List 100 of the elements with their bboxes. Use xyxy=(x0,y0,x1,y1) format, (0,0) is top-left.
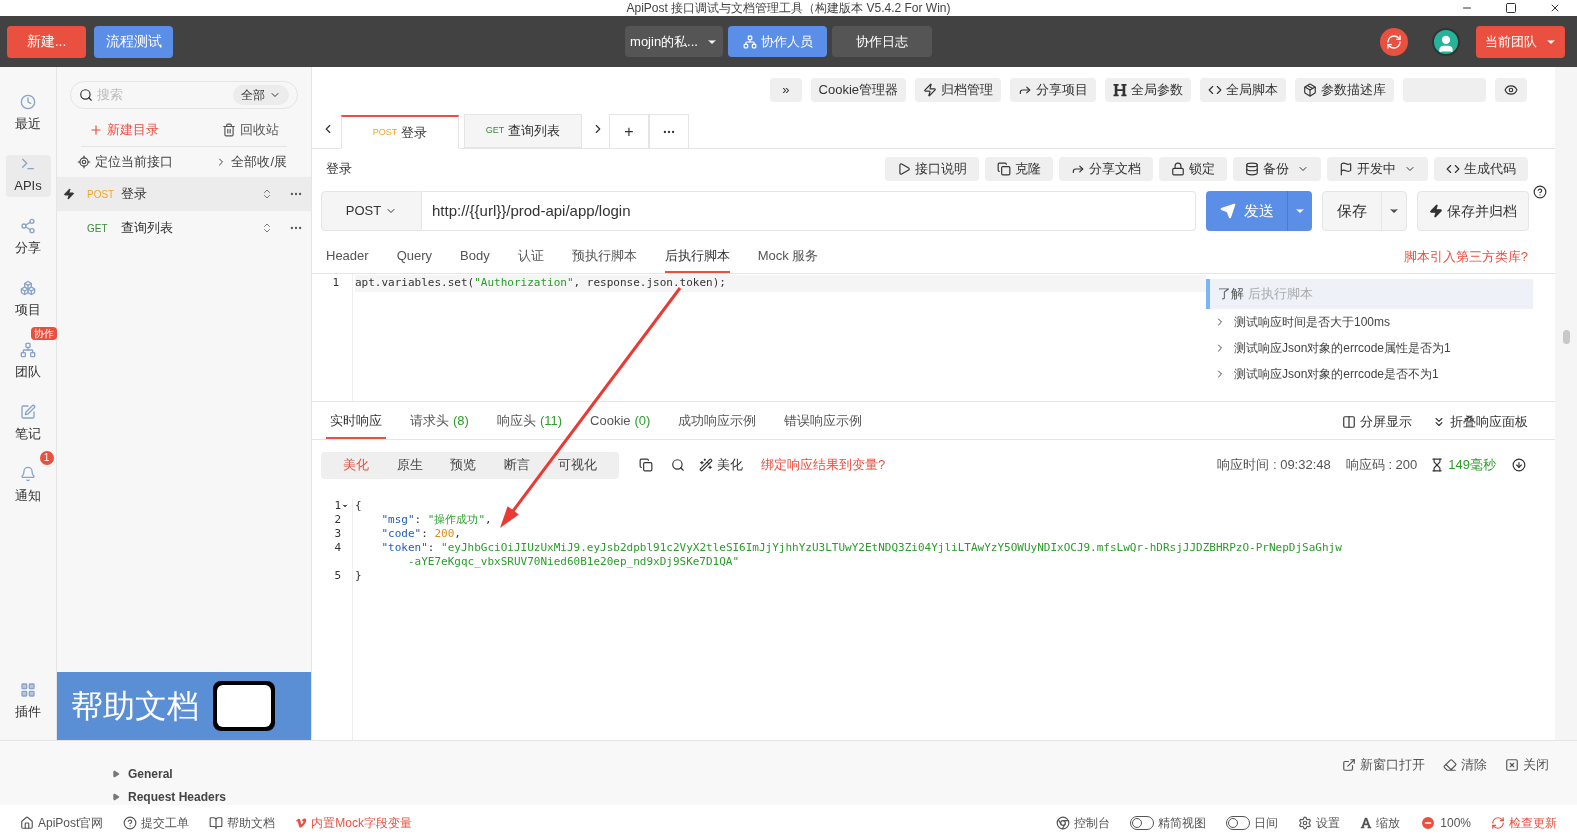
sort-icon[interactable] xyxy=(261,188,273,200)
response-tab[interactable]: 成功响应示例 xyxy=(674,405,761,439)
action-button[interactable]: 锁定 xyxy=(1159,157,1227,181)
request-option-tab[interactable]: Query xyxy=(396,241,433,273)
status-label[interactable]: 缩放 xyxy=(1376,813,1401,832)
code-text: { xyxy=(355,499,362,513)
response-tab[interactable]: 错误响应示例 xyxy=(780,405,867,439)
status-label[interactable]: 100% xyxy=(1440,813,1471,832)
status-link[interactable]: 提交工单 xyxy=(123,813,190,832)
action-button[interactable]: 备份 xyxy=(1233,157,1321,181)
bind-variable-link[interactable]: 绑定响应结果到变量? xyxy=(761,455,886,475)
project-dropdown[interactable]: mojin的私... xyxy=(625,26,723,57)
nav-item[interactable]: 最近 xyxy=(5,93,51,135)
nav-item[interactable]: 通知 xyxy=(5,465,51,507)
nav-item[interactable]: 项目 xyxy=(5,279,51,321)
code-text: "Authorization" xyxy=(474,275,574,291)
action-button[interactable]: 克隆 xyxy=(985,157,1053,181)
status-link[interactable]: ApiPost官网 xyxy=(20,813,104,832)
status-link[interactable]: 帮助文档 xyxy=(209,813,276,832)
toolbar-button[interactable]: Cookie管理器 xyxy=(810,77,906,102)
play-icon xyxy=(897,162,911,176)
tree-item[interactable]: General xyxy=(112,765,1342,782)
avatar-icon[interactable] xyxy=(1432,27,1460,56)
nav-item[interactable]: 团队 xyxy=(5,341,51,383)
sort-icon[interactable] xyxy=(261,222,273,234)
nav-item[interactable]: 笔记 xyxy=(5,403,51,445)
recycle-bin-button[interactable]: 回收站 xyxy=(222,119,287,140)
action-button[interactable]: 分享文档 xyxy=(1059,157,1153,181)
toolbar-button[interactable]: 分享项目 xyxy=(1010,77,1096,102)
tree-item[interactable]: Request Headers xyxy=(112,788,1342,805)
method-dropdown[interactable]: POST xyxy=(321,191,422,231)
api-list-item[interactable]: POST 登录 xyxy=(57,177,311,211)
request-option-tab[interactable]: 后执行脚本 xyxy=(664,241,730,273)
heading-icon xyxy=(1113,82,1127,97)
panel-action-button[interactable]: 清除 xyxy=(1443,755,1487,775)
request-tab[interactable]: POST 登录 xyxy=(341,115,459,149)
panel-action-button[interactable]: 新窗口打开 xyxy=(1342,755,1425,775)
action-button[interactable]: 开发中 xyxy=(1327,157,1428,181)
view-mode-tab[interactable]: 可视化 xyxy=(558,455,598,475)
toolbar-button[interactable]: 参数描述库 xyxy=(1295,77,1394,102)
status-label[interactable]: 设置 xyxy=(1316,813,1341,832)
scrollbar-thumb[interactable] xyxy=(1562,330,1570,344)
copy-icon[interactable] xyxy=(639,458,653,472)
sync-icon[interactable] xyxy=(1380,27,1408,56)
toolbar-button[interactable]: 归档管理 xyxy=(915,77,1001,102)
panel-action-button[interactable]: 关闭 xyxy=(1505,755,1549,775)
toolbar-button[interactable]: 全局脚本 xyxy=(1200,77,1286,102)
download-icon[interactable] xyxy=(1512,458,1526,472)
library-link[interactable]: 脚本引入第三方类库? xyxy=(1403,241,1528,273)
search-icon[interactable] xyxy=(671,458,685,472)
zoom-out-icon[interactable] xyxy=(1420,814,1437,831)
status-label[interactable]: 控制台 xyxy=(1074,813,1111,832)
request-option-tab[interactable]: Body xyxy=(460,241,490,273)
help-icon[interactable] xyxy=(1533,185,1547,199)
new-folder-button[interactable]: 新建目录 xyxy=(81,119,159,140)
status-label[interactable]: 精简视图 xyxy=(1158,813,1207,832)
request-tab[interactable]: GET 查询列表 xyxy=(464,114,582,148)
nav-item[interactable]: APIs xyxy=(5,155,51,197)
toolbar-button[interactable]: » xyxy=(770,77,802,102)
view-mode-tab[interactable]: 原生 xyxy=(396,455,423,475)
request-option-tab[interactable]: Header xyxy=(326,241,369,273)
nav-item[interactable]: 插件 xyxy=(5,674,51,730)
filter-dropdown[interactable]: 全部 xyxy=(233,85,289,105)
collab-log-button[interactable]: 协作日志 xyxy=(832,26,932,57)
status-label[interactable]: 日间 xyxy=(1254,813,1279,832)
status-link[interactable]: 内置Mock字段变量 xyxy=(295,813,413,832)
response-tab[interactable]: Cookie (0) xyxy=(586,405,655,439)
code-icon xyxy=(1446,162,1460,176)
fold-icon[interactable] xyxy=(341,502,349,510)
view-mode-tab[interactable]: 断言 xyxy=(504,455,531,475)
save-archive-button[interactable]: 保存并归档 xyxy=(1417,191,1529,231)
search-field[interactable]: 搜索 全部 xyxy=(70,81,298,109)
url-field[interactable]: http://{{url}}/prod-api/app/login xyxy=(422,191,1196,231)
api-list-item[interactable]: GET 查询列表 xyxy=(57,211,311,245)
add-tab-button[interactable]: + xyxy=(609,114,649,148)
beautify-button[interactable]: 美化 xyxy=(699,455,743,475)
team-dropdown[interactable]: 当前团队 xyxy=(1476,25,1565,58)
request-option-tab[interactable]: 预执行脚本 xyxy=(571,241,637,273)
close-icon[interactable] xyxy=(1549,2,1561,14)
action-button[interactable]: 生成代码 xyxy=(1434,157,1528,181)
status-label[interactable]: 检查更新 xyxy=(1509,813,1557,832)
response-tab[interactable]: 请求头 (8) xyxy=(406,405,473,439)
locate-button[interactable]: 定位当前接口 xyxy=(77,152,173,172)
response-tab[interactable]: 响应头 (11) xyxy=(492,405,567,439)
view-mode-tab[interactable]: 预览 xyxy=(450,455,477,475)
request-option-tab[interactable]: 认证 xyxy=(517,241,544,273)
snippet-item[interactable]: 测试响应时间是否大于100ms xyxy=(1234,313,1391,331)
nav-item[interactable]: 分享 xyxy=(5,217,51,259)
action-button[interactable]: 接口说明 xyxy=(885,157,979,181)
new-button[interactable]: 新建... xyxy=(7,25,86,58)
response-tab[interactable]: 实时响应 xyxy=(326,405,386,439)
split-view-button[interactable]: 分屏显示 xyxy=(1342,405,1412,439)
snippet-item[interactable]: 测试响应Json对象的errcode属性是否为1 xyxy=(1234,339,1451,357)
fold-panel-button[interactable]: 折叠响应面板 xyxy=(1432,405,1528,439)
collapse-button[interactable]: 全部收/展 xyxy=(215,152,291,172)
snippet-item[interactable]: 测试响应Json对象的errcode是否不为1 xyxy=(1234,365,1439,383)
request-option-tab[interactable]: Mock 服务 xyxy=(757,241,819,273)
eye-button[interactable] xyxy=(1495,77,1527,102)
toolbar-button[interactable]: 全局参数 xyxy=(1105,77,1191,102)
maximize-icon[interactable] xyxy=(1505,2,1517,14)
